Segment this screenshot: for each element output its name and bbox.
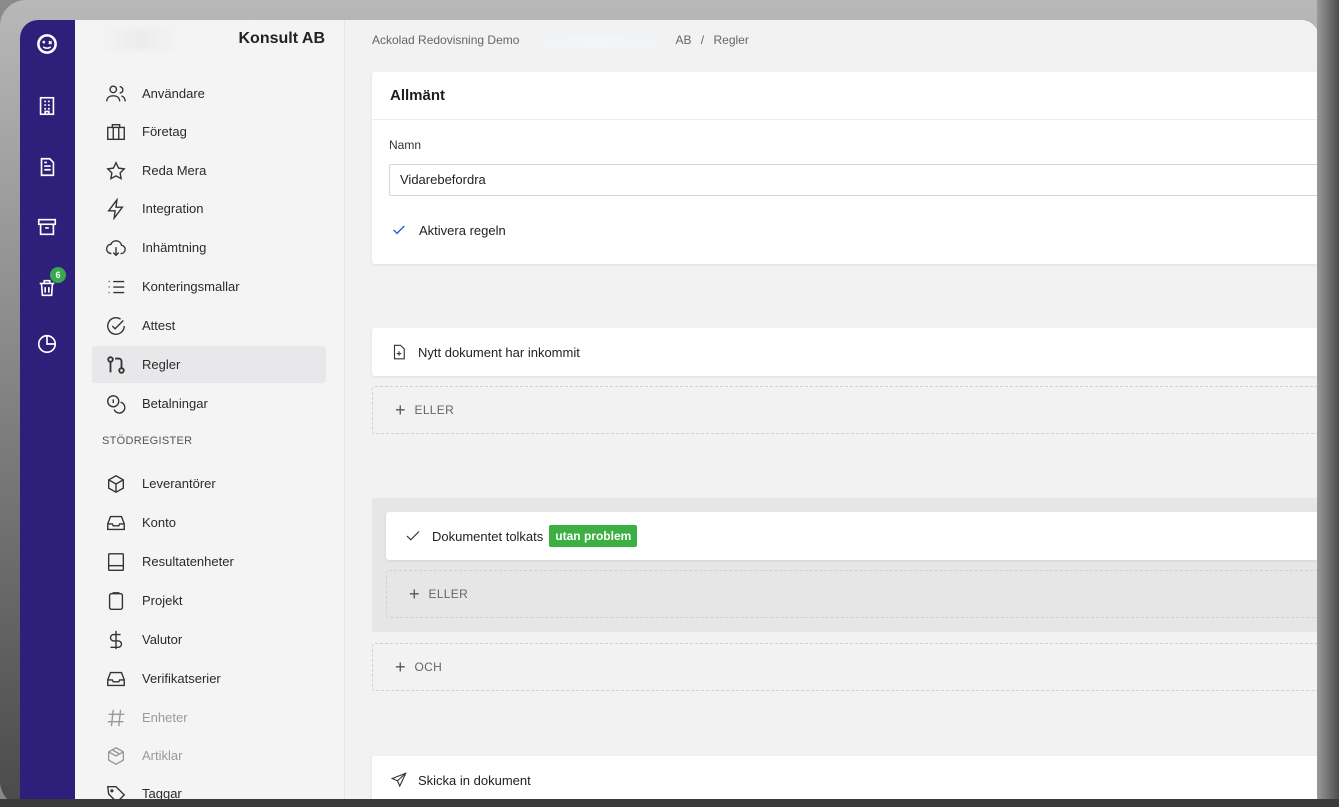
- sidebar-item-label: Projekt: [142, 593, 183, 608]
- list-icon: [104, 275, 128, 299]
- sidebar-item-label: Integration: [142, 201, 204, 216]
- condition-tag: utan problem: [549, 525, 638, 547]
- trigger-row[interactable]: Nytt dokument har inkommit: [372, 328, 1319, 376]
- sidebar-item-label: Användare: [142, 86, 205, 101]
- sidebar-item-konto[interactable]: Konto: [92, 504, 326, 541]
- file-plus-icon: [389, 342, 409, 362]
- sidebar-item-reda-mera[interactable]: Reda Mera: [92, 152, 326, 189]
- name-label: Namn: [389, 138, 422, 152]
- send-icon: [389, 770, 409, 790]
- users-icon: [104, 82, 128, 106]
- sidebar-item-resultatenheter[interactable]: Resultatenheter: [92, 543, 326, 580]
- app-screen: 6 Konsult AB Användare Företag Reda Mera…: [20, 20, 1319, 807]
- sidebar-item-label: Verifikatserier: [142, 671, 221, 686]
- or-label: ELLER: [414, 403, 455, 417]
- sidebar-item-label: Artiklar: [142, 748, 183, 763]
- sidebar-item-label: Reda Mera: [142, 163, 207, 178]
- sidebar-item-anvandare[interactable]: Användare: [92, 75, 326, 112]
- clipboard-icon: [104, 589, 128, 613]
- sidebar-item-label: Attest: [142, 318, 176, 333]
- activate-rule-row[interactable]: Aktivera regeln: [389, 220, 506, 240]
- or-label: ELLER: [428, 587, 469, 601]
- sidebar-item-label: Enheter: [142, 710, 188, 725]
- sidebar-item-artiklar[interactable]: Artiklar: [92, 737, 326, 774]
- cloud-download-icon: [104, 236, 128, 260]
- lightning-icon: [104, 197, 128, 221]
- building-icon[interactable]: [33, 92, 61, 120]
- sidebar-item-regler[interactable]: Regler: [92, 346, 326, 383]
- trash-icon[interactable]: 6: [33, 267, 66, 302]
- git-compare-icon: [104, 353, 128, 377]
- check-circle-icon: [104, 314, 128, 338]
- trigger-label: Nytt dokument har inkommit: [418, 344, 580, 360]
- sidebar-item-leverantorer[interactable]: Leverantörer: [92, 465, 326, 502]
- breadcrumb-blur: [522, 34, 673, 47]
- sidebar-item-betalningar[interactable]: Betalningar: [92, 385, 326, 422]
- dollar-icon: [104, 628, 128, 652]
- sidebar-item-foretag[interactable]: Företag: [92, 113, 326, 150]
- section-label-stodregister: STÖDREGISTER: [102, 435, 193, 447]
- archive-icon[interactable]: [33, 213, 61, 241]
- star-icon: [104, 159, 128, 183]
- device-bezel-right: [1317, 0, 1339, 807]
- breadcrumb-company[interactable]: AB: [675, 33, 691, 47]
- sidebar: Konsult AB Användare Företag Reda Mera I…: [75, 20, 345, 807]
- and-label: OCH: [414, 660, 443, 674]
- sidebar-item-label: Regler: [142, 357, 181, 372]
- breadcrumb-current: Regler: [713, 33, 749, 47]
- sidebar-item-inhamtning[interactable]: Inhämtning: [92, 229, 326, 266]
- sidebar-item-attest[interactable]: Attest: [92, 307, 326, 344]
- sidebar-item-label: Inhämtning: [142, 240, 207, 255]
- sidebar-item-verifikatserier[interactable]: Verifikatserier: [92, 660, 326, 697]
- sidebar-item-label: Konteringsmallar: [142, 279, 240, 294]
- device-bezel-bottom: [0, 799, 1339, 807]
- box-icon: [104, 472, 128, 496]
- plus-icon: +: [395, 399, 406, 420]
- general-card: Allmänt Namn Vidarebefordra Aktivera reg…: [372, 72, 1319, 264]
- sidebar-item-label: Valutor: [142, 632, 183, 647]
- sidebar-item-integration[interactable]: Integration: [92, 190, 326, 227]
- briefcase-icon: [104, 120, 128, 144]
- condition-row[interactable]: Dokumentet tolkats utan problem: [386, 512, 1319, 560]
- plus-icon: +: [395, 656, 406, 677]
- breadcrumb-org[interactable]: Ackolad Redovisning Demo: [372, 33, 519, 47]
- package-icon: [104, 744, 128, 768]
- sidebar-item-projekt[interactable]: Projekt: [92, 582, 326, 619]
- coins-icon: [104, 392, 128, 416]
- sidebar-item-enheter[interactable]: Enheter: [92, 699, 326, 736]
- general-card-title: Allmänt: [372, 72, 1319, 120]
- pie-chart-icon[interactable]: [33, 330, 61, 358]
- action-label: Skicka in dokument: [418, 772, 531, 788]
- trigger-or-button[interactable]: + ELLER: [372, 386, 1319, 434]
- breadcrumb: Ackolad Redovisning Demo AB / Regler: [372, 33, 749, 47]
- checkbox-checked-icon[interactable]: [389, 220, 409, 240]
- condition-or-button[interactable]: + ELLER: [386, 570, 1319, 618]
- sidebar-item-valutor[interactable]: Valutor: [92, 621, 326, 658]
- inbox-icon: [104, 667, 128, 691]
- hash-icon: [104, 706, 128, 730]
- inbox-icon: [104, 511, 128, 535]
- name-input[interactable]: Vidarebefordra: [389, 164, 1319, 196]
- sidebar-item-label: Leverantörer: [142, 476, 216, 491]
- condition-label: Dokumentet tolkats: [432, 528, 544, 544]
- sidebar-item-konteringsmallar[interactable]: Konteringsmallar: [92, 268, 326, 305]
- sidebar-item-label: Betalningar: [142, 396, 208, 411]
- check-icon: [403, 526, 423, 546]
- sidebar-item-label: Resultatenheter: [142, 554, 234, 569]
- sidebar-item-label: Konto: [142, 515, 176, 530]
- notification-badge: 6: [50, 267, 66, 283]
- sidebar-item-label: Företag: [142, 124, 187, 139]
- main-content: Ackolad Redovisning Demo AB / Regler All…: [345, 20, 1319, 807]
- icon-rail: 6: [20, 20, 75, 807]
- breadcrumb-separator: /: [700, 33, 705, 47]
- logo-icon[interactable]: [33, 30, 61, 58]
- plus-icon: +: [409, 583, 420, 604]
- document-icon[interactable]: [33, 153, 61, 181]
- activate-rule-label: Aktivera regeln: [419, 222, 506, 238]
- action-row[interactable]: Skicka in dokument: [372, 756, 1319, 804]
- company-name[interactable]: Konsult AB: [75, 30, 325, 48]
- book-icon: [104, 550, 128, 574]
- and-button[interactable]: + OCH: [372, 643, 1319, 691]
